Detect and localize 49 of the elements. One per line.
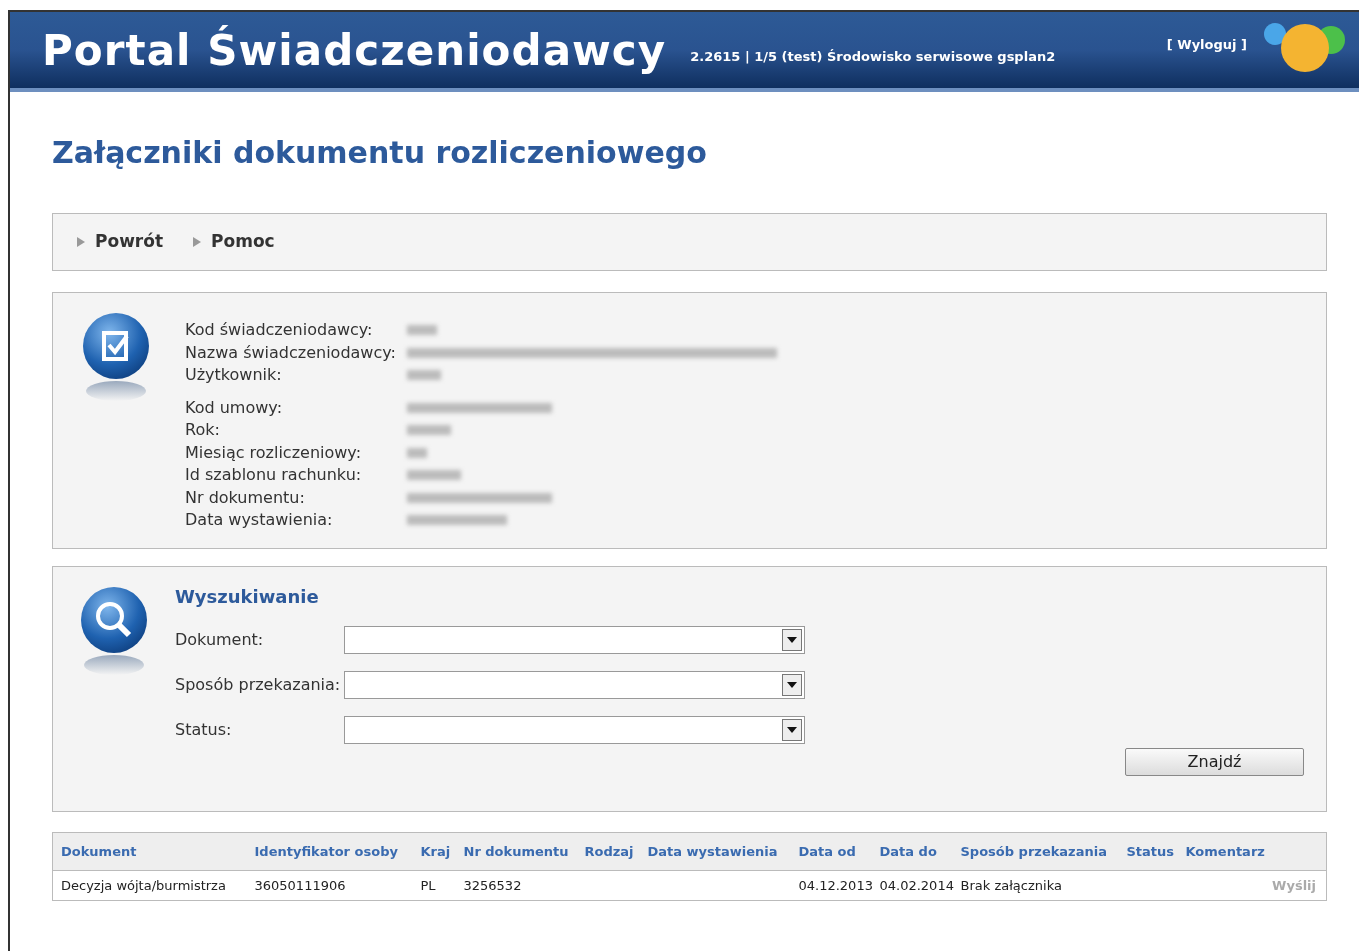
triangle-icon bbox=[77, 237, 85, 247]
environment-info: 2.2615 | 1/5 (test) Środowisko serwisowe gsplan2 bbox=[690, 48, 1056, 67]
field-label: Nazwa świadczeniodawcy: bbox=[185, 341, 397, 364]
column-header[interactable]: Data do bbox=[871, 832, 953, 871]
table-cell: 36050111906 bbox=[254, 877, 346, 893]
column-header[interactable]: Rodzaj bbox=[576, 832, 640, 871]
dropdown-field[interactable] bbox=[344, 716, 805, 744]
column-header[interactable]: Identyfikator osoby bbox=[246, 832, 413, 871]
table-cell: Brak załącznika bbox=[960, 877, 1062, 893]
caret-icon bbox=[782, 674, 802, 696]
field-label: Id szablonu rachunku: bbox=[185, 464, 363, 487]
table-cell: 04.12.2013 bbox=[798, 877, 873, 893]
page-title: Załączniki dokumentu rozliczeniowego bbox=[52, 134, 708, 172]
logout-link[interactable]: [ Wyloguj ] bbox=[1166, 35, 1247, 55]
column-header[interactable]: Kraj bbox=[412, 832, 456, 871]
field-label: Kod umowy: bbox=[185, 396, 284, 419]
field-label: Rok: bbox=[185, 419, 221, 442]
search-title: Wyszukiwanie bbox=[175, 585, 320, 609]
column-header[interactable]: Komentarz bbox=[1177, 832, 1263, 871]
search-icon bbox=[79, 585, 149, 675]
nav-link[interactable]: Powrót bbox=[77, 229, 164, 255]
field-label: Data wystawienia: bbox=[185, 509, 334, 532]
dropdown-field[interactable] bbox=[344, 671, 805, 699]
column-header[interactable]: Dokument bbox=[52, 832, 247, 871]
field-label: Użytkownik: bbox=[185, 364, 283, 387]
column-header[interactable]: Data wystawienia bbox=[639, 832, 791, 871]
portal-title: Portal Świadczeniodawcy bbox=[42, 24, 667, 77]
column-header[interactable]: Data od bbox=[790, 832, 872, 871]
send-link: Wyślij bbox=[1272, 877, 1316, 893]
field-label: Kod świadczeniodawcy: bbox=[185, 319, 374, 342]
checklist-icon bbox=[81, 311, 151, 401]
field-label: Sposób przekazania: bbox=[175, 674, 342, 696]
nav-link[interactable]: Pomoc bbox=[193, 229, 275, 255]
table-cell: Decyzja wójta/burmistrza bbox=[61, 877, 226, 893]
table-cell: 3256532 bbox=[463, 877, 522, 893]
triangle-icon bbox=[193, 237, 202, 247]
field-label: Nr dokumentu: bbox=[185, 486, 306, 509]
caret-icon bbox=[782, 629, 802, 651]
caret-icon bbox=[782, 719, 802, 741]
column-header[interactable]: Nr dokumentu bbox=[455, 832, 577, 871]
table-cell: 04.02.2014 bbox=[879, 877, 954, 893]
table-cell: PL bbox=[420, 877, 436, 893]
dropdown-field[interactable] bbox=[344, 626, 805, 654]
find-button[interactable]: Znajdź bbox=[1125, 748, 1304, 776]
column-header[interactable]: Sposób przekazania bbox=[952, 832, 1119, 871]
field-label: Miesiąc rozliczeniowy: bbox=[185, 441, 363, 464]
field-label: Dokument: bbox=[175, 629, 265, 651]
field-label: Status: bbox=[175, 719, 233, 741]
column-header[interactable]: Status bbox=[1118, 832, 1178, 871]
